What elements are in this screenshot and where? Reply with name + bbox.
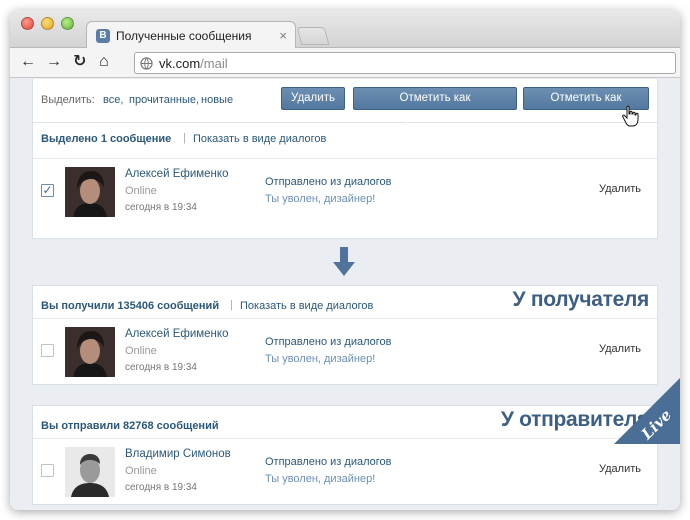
sender-name[interactable]: Алексей Ефименко (125, 168, 228, 180)
browser-window: В Полученные сообщения × ← → ↻ ⌂ vk.com/… (10, 10, 680, 510)
message-row[interactable]: ✓ Алексей Ефименко Online сегодня в 19:3… (33, 158, 657, 224)
message-date: сегодня в 19:34 (125, 362, 197, 373)
select-all-link[interactable]: все, (103, 94, 123, 106)
select-read-link[interactable]: прочитанные, (129, 94, 199, 106)
message-preview[interactable]: Ты уволен, дизайнер! (265, 193, 375, 205)
sender-name[interactable]: Владимир Симонов (125, 448, 231, 460)
delete-link[interactable]: Удалить (599, 343, 641, 355)
browser-toolbar: ← → ↻ ⌂ vk.com/mail (10, 48, 680, 78)
head-separator: | (183, 132, 186, 144)
delete-link[interactable]: Удалить (599, 183, 641, 195)
avatar[interactable] (65, 327, 115, 377)
selection-bar: Выделить: все, прочитанные, новые Удалит… (33, 79, 657, 127)
address-bar[interactable]: vk.com/mail (134, 52, 676, 74)
home-icon[interactable]: ⌂ (99, 53, 109, 71)
sender-head: Вы отправили 82768 сообщений (33, 411, 657, 441)
message-subject[interactable]: Отправлено из диалогов (265, 456, 391, 468)
message-checkbox[interactable]: ✓ (41, 184, 54, 197)
close-window-button[interactable] (21, 17, 34, 30)
sent-count: Вы отправили 82768 сообщений (41, 420, 219, 432)
message-row[interactable]: Алексей Ефименко Online сегодня в 19:34 … (33, 318, 657, 384)
selection-panel: Выделить: все, прочитанные, новые Удалит… (32, 79, 658, 239)
url-host: vk.com (159, 56, 201, 71)
recipient-panel: У получателя Вы получили 135406 сообщени… (32, 285, 658, 385)
browser-tab[interactable]: В Полученные сообщения × (86, 21, 296, 49)
live-badge: Live (614, 378, 680, 444)
vk-favicon-icon: В (96, 29, 110, 43)
show-dialogs-link[interactable]: Показать в виде диалогов (193, 133, 326, 145)
message-preview[interactable]: Ты уволен, дизайнер! (265, 473, 375, 485)
back-arrow-icon[interactable]: ← (20, 53, 36, 71)
message-date: сегодня в 19:34 (125, 202, 197, 213)
title-bar: В Полученные сообщения × (10, 10, 680, 49)
page-content: Выделить: все, прочитанные, новые Удалит… (10, 79, 680, 510)
minimize-window-button[interactable] (41, 17, 54, 30)
zoom-window-button[interactable] (61, 17, 74, 30)
show-dialogs-link[interactable]: Показать в виде диалогов (240, 300, 373, 312)
online-status: Online (125, 185, 157, 197)
message-row[interactable]: Владимир Симонов Online сегодня в 19:34 … (33, 438, 657, 504)
url-text[interactable]: vk.com/mail (159, 56, 228, 71)
mark-read-button[interactable]: Отметить как прочитанные (353, 87, 517, 125)
select-new-link[interactable]: новые (201, 94, 233, 106)
message-subject[interactable]: Отправлено из диалогов (265, 176, 391, 188)
message-checkbox[interactable] (41, 344, 54, 357)
avatar[interactable] (65, 447, 115, 497)
message-subject[interactable]: Отправлено из диалогов (265, 336, 391, 348)
tab-title: Полученные сообщения (116, 29, 252, 43)
message-date: сегодня в 19:34 (125, 482, 197, 493)
new-tab-button[interactable] (296, 27, 330, 45)
globe-icon (140, 57, 153, 70)
online-status: Online (125, 465, 157, 477)
tab-close-icon[interactable]: × (279, 28, 287, 43)
received-count: Вы получили 135406 сообщений (41, 300, 220, 312)
delete-link[interactable]: Удалить (599, 463, 641, 475)
delete-button[interactable]: Удалить (281, 87, 345, 110)
url-path: /mail (200, 56, 228, 71)
avatar[interactable] (65, 167, 115, 217)
select-label: Выделить: (41, 94, 95, 106)
sender-name[interactable]: Алексей Ефименко (125, 328, 228, 340)
selected-count: Выделено 1 сообщение (41, 133, 172, 145)
sender-panel: У отправителя Вы отправили 82768 сообщен… (32, 405, 658, 505)
selection-head: Выделено 1 сообщение | Показать в виде д… (33, 124, 657, 154)
reload-icon[interactable]: ↻ (73, 53, 86, 71)
message-preview[interactable]: Ты уволен, дизайнер! (265, 353, 375, 365)
message-checkbox[interactable] (41, 464, 54, 477)
recipient-head: Вы получили 135406 сообщений | Показать … (33, 291, 657, 321)
forward-arrow-icon[interactable]: → (46, 53, 62, 71)
arrow-down-icon (333, 247, 355, 276)
online-status: Online (125, 345, 157, 357)
head-separator: | (230, 299, 233, 311)
